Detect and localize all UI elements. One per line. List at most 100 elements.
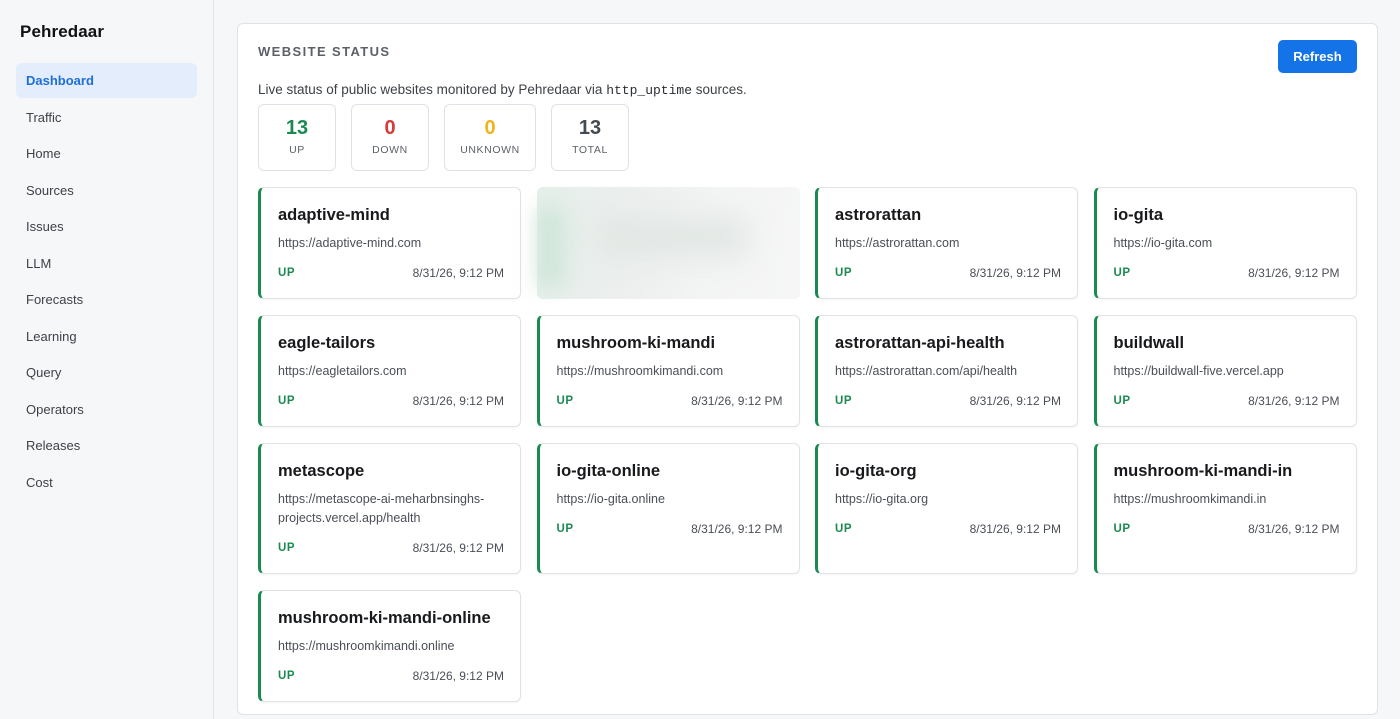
site-checked-time: 8/31/26, 9:12 PM xyxy=(412,541,504,555)
site-url: https://io-gita.org xyxy=(835,492,929,506)
site-checked-time: 8/31/26, 9:12 PM xyxy=(691,522,783,536)
site-name: mushroom-ki-mandi xyxy=(556,334,716,352)
site-card[interactable]: adaptive-mind https://adaptive-mind.com … xyxy=(258,187,521,299)
sidebar-item-releases[interactable]: Releases xyxy=(16,428,197,463)
sidebar-item-llm[interactable]: LLM xyxy=(16,246,197,281)
site-card-footer: UP 8/31/26, 9:12 PM xyxy=(278,393,504,409)
stat-label: DOWN xyxy=(372,144,408,156)
site-url: https://io-gita.com xyxy=(1113,236,1213,250)
stat-label: UP xyxy=(289,144,305,156)
site-url: https://metascope-ai-meharbnsinghs-proje… xyxy=(278,492,485,525)
site-card-footer: UP 8/31/26, 9:12 PM xyxy=(835,521,1061,537)
site-status-badge: UP xyxy=(278,267,296,279)
site-card-footer: UP 8/31/26, 9:12 PM xyxy=(1114,265,1340,281)
blur-shape xyxy=(536,207,565,287)
site-status-badge: UP xyxy=(278,395,296,407)
site-card-footer: UP 8/31/26, 9:12 PM xyxy=(1114,521,1340,537)
site-status-badge: UP xyxy=(556,523,574,535)
site-url: https://buildwall-five.vercel.app xyxy=(1113,364,1284,378)
site-name: buildwall xyxy=(1113,334,1185,352)
site-url: https://io-gita.online xyxy=(556,492,665,506)
site-status-badge: UP xyxy=(835,523,853,535)
app-root: Pehredaar Dashboard Traffic Home Sources… xyxy=(0,0,1400,719)
sidebar-item-issues[interactable]: Issues xyxy=(16,209,197,244)
site-card-footer: UP 8/31/26, 9:12 PM xyxy=(278,540,504,556)
site-card-footer: UP 8/31/26, 9:12 PM xyxy=(278,265,504,281)
site-status-badge: UP xyxy=(1113,523,1131,535)
site-url: https://astrorattan.com/api/health xyxy=(835,364,1018,378)
site-card[interactable]: eagle-tailors https://eagletailors.com U… xyxy=(258,315,521,427)
site-checked-time: 8/31/26, 9:12 PM xyxy=(1248,266,1340,280)
site-checked-time: 8/31/26, 9:12 PM xyxy=(412,394,504,408)
site-name: eagle-tailors xyxy=(278,334,376,352)
sidebar-item-learning[interactable]: Learning xyxy=(16,319,197,354)
stat-value: 13 xyxy=(578,117,602,139)
sidebar: Pehredaar Dashboard Traffic Home Sources… xyxy=(0,0,214,719)
site-name: astrorattan-api-health xyxy=(835,334,1005,352)
panel-subtitle: Live status of public websites monitored… xyxy=(258,82,1357,98)
site-card[interactable]: io-gita-online https://io-gita.online UP… xyxy=(536,443,800,574)
site-card[interactable]: buildwall https://buildwall-five.vercel.… xyxy=(1093,315,1357,427)
site-name: metascope xyxy=(278,462,365,480)
stat-up: 13 UP xyxy=(258,104,336,171)
refresh-button[interactable]: Refresh xyxy=(1278,40,1357,73)
stat-value: 0 xyxy=(384,117,396,139)
sidebar-item-sources[interactable]: Sources xyxy=(16,173,197,208)
site-url: https://mushroomkimandi.com xyxy=(556,364,724,378)
site-card[interactable]: astrorattan https://astrorattan.com UP 8… xyxy=(815,187,1078,299)
stat-unknown: 0 UNKNOWN xyxy=(444,104,536,171)
site-name: io-gita-online xyxy=(556,462,661,480)
sidebar-item-operators[interactable]: Operators xyxy=(16,392,197,427)
site-card-footer: UP 8/31/26, 9:12 PM xyxy=(1114,393,1340,409)
site-name: io-gita xyxy=(1113,206,1164,224)
site-name: astrorattan xyxy=(835,206,922,224)
site-url: https://adaptive-mind.com xyxy=(278,236,422,250)
site-status-badge: UP xyxy=(835,395,853,407)
sidebar-item-dashboard[interactable]: Dashboard xyxy=(16,63,197,98)
site-url: https://mushroomkimandi.in xyxy=(1113,492,1267,506)
stat-label: TOTAL xyxy=(572,144,608,156)
blur-shape xyxy=(596,217,747,257)
site-card[interactable]: io-gita https://io-gita.com UP 8/31/26, … xyxy=(1093,187,1357,299)
site-name: mushroom-ki-mandi-in xyxy=(1113,462,1293,480)
site-url: https://astrorattan.com xyxy=(835,236,960,250)
site-checked-time: 8/31/26, 9:12 PM xyxy=(969,266,1061,280)
site-card[interactable]: mushroom-ki-mandi-in https://mushroomkim… xyxy=(1093,443,1357,574)
stat-label: UNKNOWN xyxy=(460,144,520,156)
sidebar-item-home[interactable]: Home xyxy=(16,136,197,171)
site-status-badge: UP xyxy=(1113,395,1131,407)
sidebar-item-traffic[interactable]: Traffic xyxy=(16,100,197,135)
site-status-badge: UP xyxy=(278,542,296,554)
subtitle-suffix: sources. xyxy=(692,82,747,97)
panel-title: WEBSITE STATUS xyxy=(258,44,391,59)
stat-total: 13 TOTAL xyxy=(551,104,629,171)
site-url: https://mushroomkimandi.online xyxy=(278,639,455,653)
stat-down: 0 DOWN xyxy=(351,104,429,171)
site-name: mushroom-ki-mandi-online xyxy=(278,609,491,627)
site-checked-time: 8/31/26, 9:12 PM xyxy=(1248,394,1340,408)
site-card[interactable]: mushroom-ki-mandi https://mushroomkimand… xyxy=(536,315,800,427)
site-status-badge: UP xyxy=(835,267,853,279)
site-card[interactable]: io-gita-org https://io-gita.org UP 8/31/… xyxy=(815,443,1078,574)
subtitle-code: http_uptime xyxy=(606,83,693,98)
site-card-footer: UP 8/31/26, 9:12 PM xyxy=(557,393,783,409)
site-name: adaptive-mind xyxy=(278,206,390,224)
site-card[interactable]: astrorattan-api-health https://astroratt… xyxy=(815,315,1078,427)
subtitle-text: Live status of public websites monitored… xyxy=(258,82,607,97)
site-name: io-gita-org xyxy=(835,462,917,480)
site-card-footer: UP 8/31/26, 9:12 PM xyxy=(278,668,504,684)
site-card[interactable]: mushroom-ki-mandi-online https://mushroo… xyxy=(258,590,521,702)
site-checked-time: 8/31/26, 9:12 PM xyxy=(412,669,504,683)
sidebar-item-forecasts[interactable]: Forecasts xyxy=(16,282,197,317)
stat-value: 0 xyxy=(484,117,496,139)
website-status-panel: WEBSITE STATUS Refresh Live status of pu… xyxy=(237,23,1378,715)
site-card[interactable]: metascope https://metascope-ai-meharbnsi… xyxy=(258,443,521,574)
site-card-obscured xyxy=(536,187,800,299)
main-content: WEBSITE STATUS Refresh Live status of pu… xyxy=(214,0,1400,719)
sidebar-item-cost[interactable]: Cost xyxy=(16,465,197,500)
site-checked-time: 8/31/26, 9:12 PM xyxy=(969,522,1061,536)
app-brand: Pehredaar xyxy=(20,22,105,41)
status-summary: 13 UP 0 DOWN 0 UNKNOWN 13 TOTAL xyxy=(258,104,1357,171)
site-checked-time: 8/31/26, 9:12 PM xyxy=(412,266,504,280)
sidebar-item-query[interactable]: Query xyxy=(16,355,197,390)
